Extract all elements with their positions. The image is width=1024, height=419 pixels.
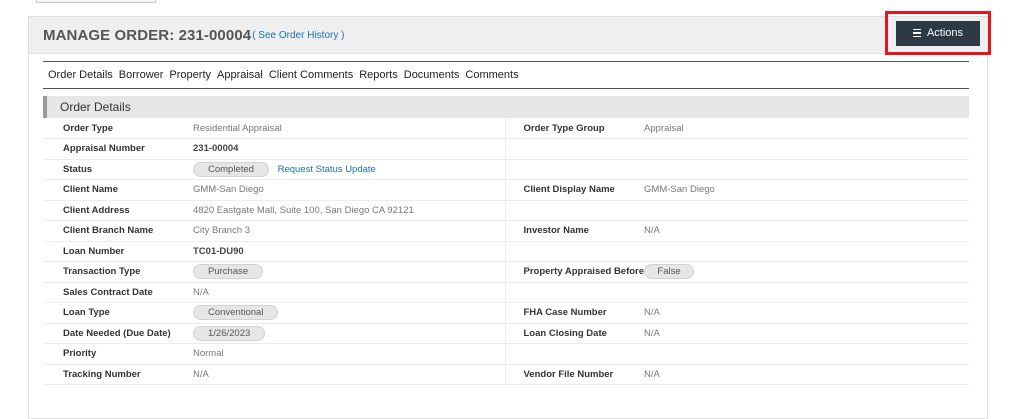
table-row: Loan Number TC01-DU90 <box>43 241 969 262</box>
field-label: Sales Contract Date <box>43 282 193 303</box>
table-row: Priority Normal <box>43 343 969 365</box>
table-row: Sales Contract Date N/A <box>43 282 969 303</box>
field-value: Residential Appraisal <box>193 118 506 139</box>
field-label: Property Appraised Before <box>505 261 645 283</box>
field-label: FHA Case Number <box>505 302 645 324</box>
field-value: N/A <box>193 364 506 385</box>
field-value: False <box>644 261 969 283</box>
field-value: 1/26/2023 <box>193 323 506 344</box>
tab-comments[interactable]: Comments <box>465 69 518 81</box>
field-label: Priority <box>43 343 193 365</box>
field-label: Tracking Number <box>43 364 193 385</box>
tab-client-comments[interactable]: Client Comments <box>269 69 353 81</box>
table-row: Status Completed Request Status Update <box>43 159 969 180</box>
field-value: City Branch 3 <box>193 220 506 242</box>
table-row: Transaction Type Purchase Property Appra… <box>43 261 969 283</box>
transaction-type-badge: Purchase <box>193 264 264 280</box>
field-value: GMM-San Diego <box>644 179 969 201</box>
table-row: Order Type Residential Appraisal Order T… <box>43 118 969 139</box>
field-label: Loan Number <box>43 241 193 262</box>
table-row: Tracking Number N/A Vendor File Number N… <box>43 364 969 385</box>
table-row: Client Name GMM-San Diego Client Display… <box>43 179 969 201</box>
field-value: 231-00004 <box>193 138 506 160</box>
request-status-update-link[interactable]: Request Status Update <box>278 164 376 175</box>
appraised-before-badge: False <box>644 264 695 280</box>
field-value: N/A <box>644 220 969 242</box>
field-label: Investor Name <box>505 220 645 242</box>
tab-reports[interactable]: Reports <box>359 69 398 81</box>
table-row: Client Branch Name City Branch 3 Investo… <box>43 220 969 242</box>
tab-appraisal[interactable]: Appraisal <box>217 69 263 81</box>
field-value: Conventional <box>193 302 506 324</box>
field-value: Completed Request Status Update <box>193 159 506 180</box>
panel-header: MANAGE ORDER: 231-00004 ( See Order Hist… <box>29 11 991 55</box>
field-value: N/A <box>644 302 969 324</box>
field-value: TC01-DU90 <box>193 241 506 262</box>
table-row: Date Needed (Due Date) 1/26/2023 Loan Cl… <box>43 323 969 344</box>
tab-order-details[interactable]: Order Details <box>48 69 113 81</box>
field-label: Order Type <box>43 118 193 139</box>
field-label: Transaction Type <box>43 261 193 283</box>
field-value: GMM-San Diego <box>193 179 506 201</box>
page-title: MANAGE ORDER: 231-00004 <box>43 26 252 44</box>
manage-order-panel: MANAGE ORDER: 231-00004 ( See Order Hist… <box>28 11 991 419</box>
field-value: 4820 Eastgate Mall, Suite 100, San Diego… <box>193 200 506 221</box>
field-label: Status <box>43 159 193 180</box>
field-value: Purchase <box>193 261 506 283</box>
field-label: Client Name <box>43 179 193 201</box>
loan-type-badge: Conventional <box>193 305 279 321</box>
field-value: N/A <box>193 282 506 303</box>
field-label: Client Display Name <box>505 179 645 201</box>
tab-borrower[interactable]: Borrower <box>119 69 164 81</box>
field-label: Loan Closing Date <box>505 323 645 344</box>
actions-button[interactable]: Actions <box>896 20 980 46</box>
field-label: Client Branch Name <box>43 220 193 242</box>
order-details-section: Order Details Order Type Residential App… <box>43 96 969 385</box>
field-label: Loan Type <box>43 302 193 324</box>
field-label: Vendor File Number <box>505 364 645 385</box>
order-details-table: Order Type Residential Appraisal Order T… <box>43 118 969 385</box>
status-badge: Completed <box>193 161 269 177</box>
actions-highlight-box: Actions <box>885 11 991 55</box>
table-row: Client Address 4820 Eastgate Mall, Suite… <box>43 200 969 221</box>
field-value: N/A <box>644 323 969 344</box>
see-order-history-link[interactable]: ( See Order History ) <box>252 30 344 41</box>
tab-documents[interactable]: Documents <box>404 69 460 81</box>
order-tabs: Order Details Borrower Property Appraisa… <box>43 61 969 89</box>
field-label: Order Type Group <box>505 118 645 139</box>
field-label: Date Needed (Due Date) <box>43 323 193 344</box>
top-tab-stub <box>36 0 156 3</box>
actions-button-label: Actions <box>926 27 964 39</box>
field-value: Normal <box>193 343 506 365</box>
table-row: Loan Type Conventional FHA Case Number N… <box>43 302 969 324</box>
menu-icon <box>912 28 921 38</box>
tab-property[interactable]: Property <box>169 69 211 81</box>
field-value: N/A <box>644 364 969 385</box>
section-title: Order Details <box>43 96 969 118</box>
field-label: Appraisal Number <box>43 138 193 160</box>
table-row: Appraisal Number 231-00004 <box>43 138 969 160</box>
due-date-badge: 1/26/2023 <box>193 325 266 341</box>
field-value: Appraisal <box>644 118 969 139</box>
field-label: Client Address <box>43 200 193 221</box>
